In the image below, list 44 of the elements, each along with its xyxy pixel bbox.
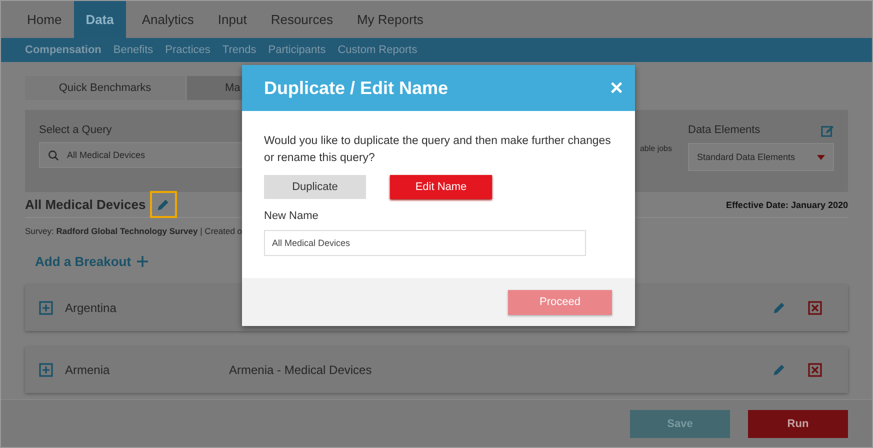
- nav-tab[interactable]: My Reports: [344, 1, 436, 38]
- subnav-link[interactable]: Participants: [268, 44, 326, 56]
- close-button[interactable]: ×: [610, 75, 623, 101]
- field-label: Data Elements: [688, 124, 760, 137]
- nav-tab[interactable]: Analytics: [130, 1, 206, 38]
- subnav-link[interactable]: Compensation: [25, 44, 102, 56]
- subnav-link[interactable]: Custom Reports: [338, 44, 418, 56]
- subnav-link[interactable]: Trends: [222, 44, 256, 56]
- dialog-title: Duplicate / Edit Name: [264, 78, 448, 98]
- delete-icon[interactable]: [808, 301, 822, 315]
- field-label: Select a Query: [39, 124, 113, 136]
- pencil-icon[interactable]: [156, 198, 170, 212]
- add-breakout-link[interactable]: Add a Breakout: [35, 254, 132, 269]
- plus-icon[interactable]: [137, 256, 148, 267]
- footer-button[interactable]: Save: [630, 410, 730, 438]
- subnav-link[interactable]: Practices: [165, 44, 210, 56]
- pencil-icon[interactable]: [772, 363, 786, 377]
- pencil-icon[interactable]: [772, 301, 786, 315]
- option-button[interactable]: Edit Name: [390, 175, 492, 199]
- query-title: All Medical Devices: [25, 197, 146, 212]
- expand-icon[interactable]: [39, 363, 53, 377]
- search-icon: [48, 150, 59, 160]
- proceed-button[interactable]: Proceed: [508, 290, 612, 314]
- field-label: New Name: [264, 210, 320, 222]
- mode-tab[interactable]: Quick Benchmarks: [25, 76, 185, 100]
- note-text: able jobs: [640, 144, 672, 155]
- data-elements-select[interactable]: Standard Data Elements: [688, 143, 834, 171]
- option-button[interactable]: Duplicate: [264, 175, 366, 199]
- edit-icon[interactable]: [821, 124, 834, 137]
- nav-tab[interactable]: Data: [74, 1, 126, 38]
- caret-icon: [817, 154, 825, 160]
- delete-icon[interactable]: [808, 363, 822, 377]
- survey-info: Survey: Radford Global Technology Survey | Created o: [25, 226, 244, 236]
- footer-button[interactable]: Run: [748, 410, 848, 438]
- new-name-field[interactable]: All Medical Devices: [264, 230, 586, 256]
- subnav-link[interactable]: Benefits: [113, 44, 154, 56]
- effective-date: Effective Date: January 2020: [726, 200, 848, 210]
- breakout-name: Armenia: [65, 363, 111, 377]
- nav-tab[interactable]: Resources: [258, 1, 345, 38]
- breakout-name: Argentina: [65, 301, 118, 315]
- expand-icon[interactable]: [39, 301, 53, 315]
- nav-tab[interactable]: Home: [15, 1, 74, 38]
- breakout-description: Armenia - Medical Devices: [229, 363, 372, 377]
- nav-tab[interactable]: Input: [206, 1, 259, 38]
